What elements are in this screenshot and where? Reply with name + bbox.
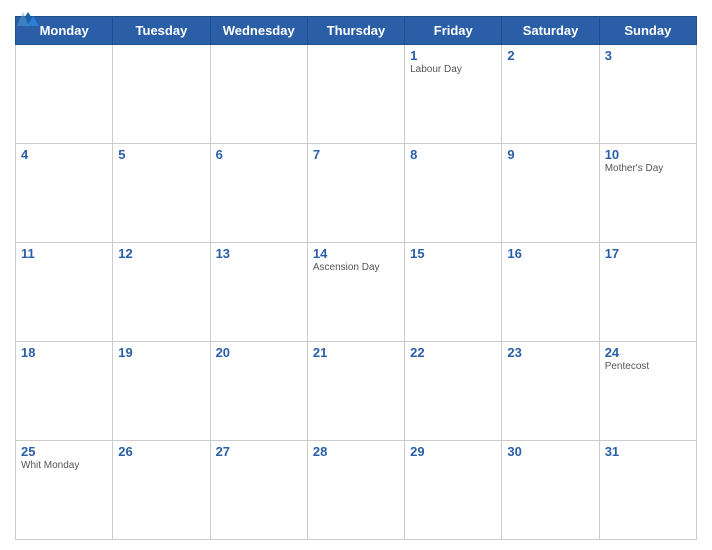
calendar-cell: 15 [405, 243, 502, 342]
calendar-cell: 14Ascension Day [307, 243, 404, 342]
day-number: 21 [313, 345, 399, 360]
calendar-cell: 3 [599, 45, 696, 144]
day-number: 2 [507, 48, 593, 63]
calendar-cell: 12 [113, 243, 210, 342]
calendar-week-row: 25Whit Monday 26 27 28 29 30 31 [16, 441, 697, 540]
calendar-cell: 22 [405, 342, 502, 441]
day-number: 29 [410, 444, 496, 459]
calendar-week-row: 1Labour Day 23 [16, 45, 697, 144]
calendar-cell: 23 [502, 342, 599, 441]
day-number: 11 [21, 246, 107, 261]
weekday-header-wednesday: Wednesday [210, 17, 307, 45]
weekday-header-tuesday: Tuesday [113, 17, 210, 45]
calendar-week-row: 11 12 13 14Ascension Day 15 16 17 [16, 243, 697, 342]
calendar-cell: 30 [502, 441, 599, 540]
calendar-cell: 16 [502, 243, 599, 342]
calendar-cell: 5 [113, 144, 210, 243]
holiday-name: Mother's Day [605, 163, 691, 175]
calendar-table: MondayTuesdayWednesdayThursdayFridaySatu… [15, 16, 697, 540]
calendar-cell: 2 [502, 45, 599, 144]
calendar-cell: 6 [210, 144, 307, 243]
weekday-header-thursday: Thursday [307, 17, 404, 45]
day-number: 5 [118, 147, 204, 162]
calendar-cell: 10Mother's Day [599, 144, 696, 243]
holiday-name: Labour Day [410, 64, 496, 76]
day-number: 20 [216, 345, 302, 360]
weekday-header-sunday: Sunday [599, 17, 696, 45]
calendar-cell: 31 [599, 441, 696, 540]
calendar-cell: 29 [405, 441, 502, 540]
calendar-cell: 13 [210, 243, 307, 342]
holiday-name: Pentecost [605, 361, 691, 373]
calendar-cell: 20 [210, 342, 307, 441]
calendar-cell: 25Whit Monday [16, 441, 113, 540]
day-number: 31 [605, 444, 691, 459]
calendar-cell: 28 [307, 441, 404, 540]
day-number: 24 [605, 345, 691, 360]
calendar-cell: 19 [113, 342, 210, 441]
day-number: 17 [605, 246, 691, 261]
day-number: 13 [216, 246, 302, 261]
weekday-header-saturday: Saturday [502, 17, 599, 45]
day-number: 10 [605, 147, 691, 162]
day-number: 7 [313, 147, 399, 162]
calendar-cell: 9 [502, 144, 599, 243]
calendar-cell [210, 45, 307, 144]
calendar-cell: 24Pentecost [599, 342, 696, 441]
calendar-cell [16, 45, 113, 144]
calendar-cell [307, 45, 404, 144]
calendar-week-row: 456789 10Mother's Day [16, 144, 697, 243]
calendar-cell: 7 [307, 144, 404, 243]
day-number: 6 [216, 147, 302, 162]
calendar-cell: 21 [307, 342, 404, 441]
day-number: 14 [313, 246, 399, 261]
calendar-week-row: 18 19 20 21 22 23 24Pentecost [16, 342, 697, 441]
logo-mountain-icon [17, 10, 39, 28]
calendar-cell: 8 [405, 144, 502, 243]
calendar-cell [113, 45, 210, 144]
day-number: 23 [507, 345, 593, 360]
calendar-cell: 1Labour Day [405, 45, 502, 144]
day-number: 3 [605, 48, 691, 63]
day-number: 15 [410, 246, 496, 261]
weekday-header-row: MondayTuesdayWednesdayThursdayFridaySatu… [16, 17, 697, 45]
day-number: 22 [410, 345, 496, 360]
day-number: 9 [507, 147, 593, 162]
holiday-name: Whit Monday [21, 460, 107, 472]
day-number: 27 [216, 444, 302, 459]
day-number: 30 [507, 444, 593, 459]
calendar-cell: 27 [210, 441, 307, 540]
calendar-cell: 4 [16, 144, 113, 243]
day-number: 1 [410, 48, 496, 63]
day-number: 25 [21, 444, 107, 459]
day-number: 16 [507, 246, 593, 261]
day-number: 8 [410, 147, 496, 162]
day-number: 12 [118, 246, 204, 261]
weekday-header-friday: Friday [405, 17, 502, 45]
holiday-name: Ascension Day [313, 262, 399, 274]
calendar-cell: 18 [16, 342, 113, 441]
day-number: 4 [21, 147, 107, 162]
calendar-cell: 26 [113, 441, 210, 540]
logo [15, 10, 39, 28]
calendar-cell: 11 [16, 243, 113, 342]
calendar-cell: 17 [599, 243, 696, 342]
day-number: 18 [21, 345, 107, 360]
day-number: 28 [313, 444, 399, 459]
day-number: 26 [118, 444, 204, 459]
day-number: 19 [118, 345, 204, 360]
